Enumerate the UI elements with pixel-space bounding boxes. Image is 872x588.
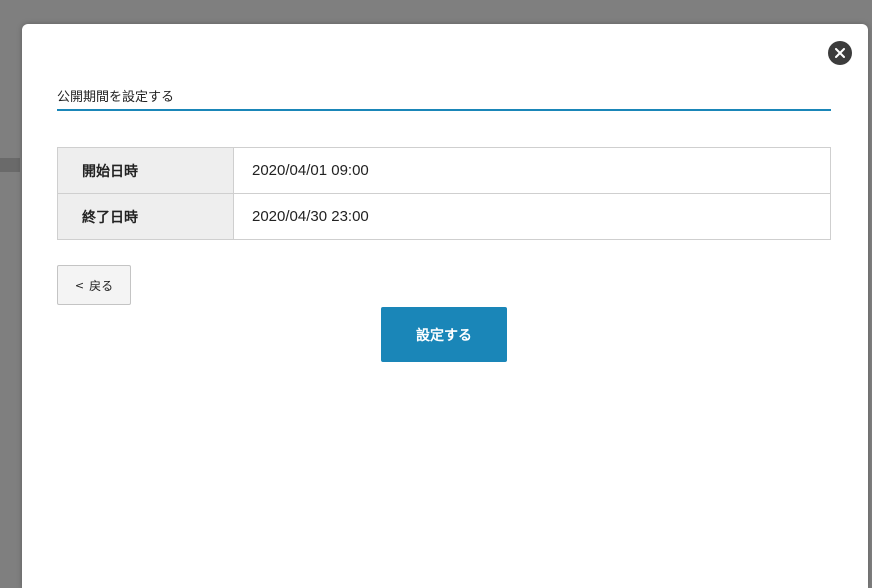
chevron-left-icon: < (74, 278, 85, 292)
back-button-label: 戻る (89, 278, 114, 293)
start-datetime-value: 2020/04/01 09:00 (233, 147, 831, 194)
set-button[interactable]: 設定する (381, 307, 507, 362)
dialog-title: 公開期間を設定する (57, 90, 175, 105)
table-row-end: 終了日時 2020/04/30 23:00 (57, 193, 831, 240)
back-button[interactable]: < 戻る (57, 265, 131, 305)
title-divider (57, 109, 831, 111)
close-icon (835, 48, 845, 58)
set-button-label: 設定する (416, 327, 472, 344)
period-table: 開始日時 2020/04/01 09:00 終了日時 2020/04/30 23… (57, 147, 831, 240)
table-row-start: 開始日時 2020/04/01 09:00 (57, 147, 831, 194)
end-datetime-value: 2020/04/30 23:00 (233, 193, 831, 240)
end-datetime-label: 終了日時 (57, 193, 234, 240)
start-datetime-label: 開始日時 (57, 147, 234, 194)
close-button[interactable] (828, 41, 852, 65)
background-page-fragment (0, 158, 20, 172)
